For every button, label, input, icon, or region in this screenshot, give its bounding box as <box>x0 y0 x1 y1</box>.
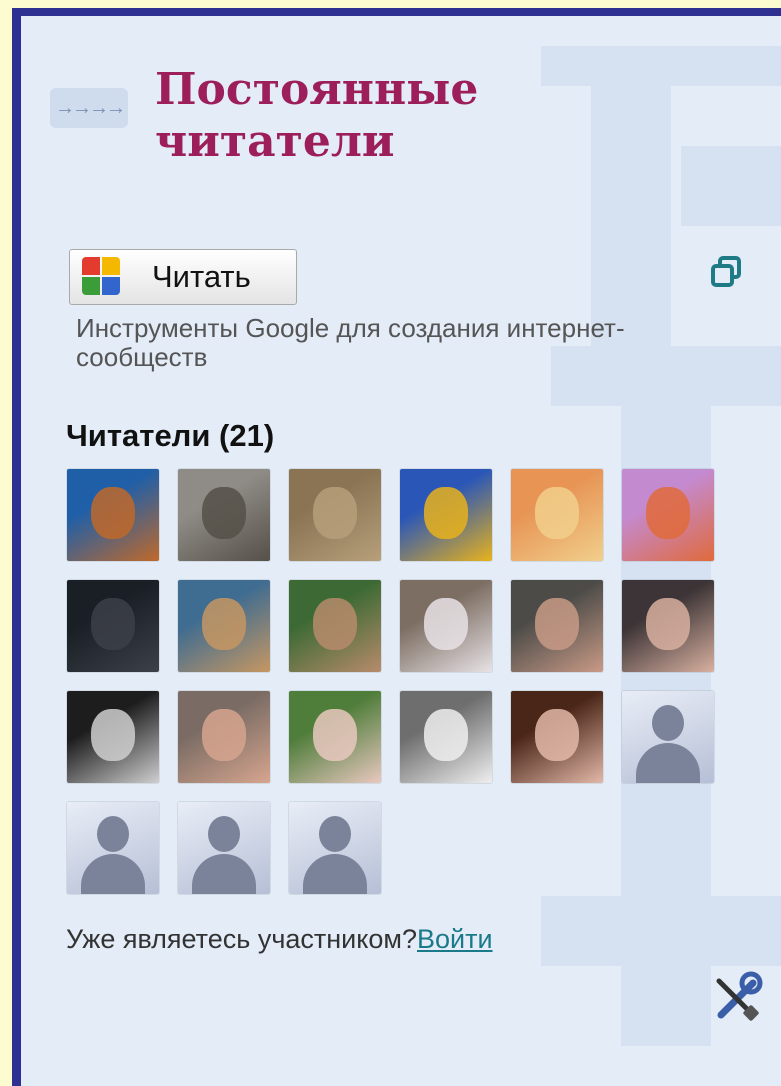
readers-count-label: Читатели (21) <box>66 418 275 453</box>
default-avatar-head <box>208 816 240 852</box>
default-avatar-head <box>652 705 684 741</box>
background-pattern <box>681 146 781 226</box>
reader-avatar-kitten-gray[interactable] <box>178 469 270 561</box>
widget-title: Постоянные читатели <box>155 64 478 168</box>
avatar-subject <box>535 598 579 650</box>
avatar-subject <box>202 709 246 761</box>
reader-avatar-default-1[interactable] <box>622 691 714 783</box>
reader-avatar-default-4[interactable] <box>289 802 381 894</box>
avatar-subject <box>91 487 135 539</box>
reader-avatar-dark-figure[interactable] <box>67 580 159 672</box>
signin-text: Уже являетесь участником? <box>66 924 417 954</box>
background-pattern <box>541 896 781 966</box>
avatar-subject <box>313 709 357 761</box>
reader-avatar-boy-glasses[interactable] <box>511 580 603 672</box>
title-line-2: читатели <box>155 116 395 167</box>
reader-avatar-dog[interactable] <box>67 469 159 561</box>
title-line-1: Постоянные <box>155 64 479 115</box>
copy-icon[interactable] <box>709 255 743 289</box>
readers-grid <box>67 469 714 894</box>
reader-avatar-pinocchio[interactable] <box>400 691 492 783</box>
avatar-subject <box>424 598 468 650</box>
reader-avatar-soldier[interactable] <box>67 691 159 783</box>
follow-button[interactable]: Читать <box>69 249 297 305</box>
reader-avatar-girl-flowers[interactable] <box>289 691 381 783</box>
avatar-subject <box>535 709 579 761</box>
google-tools-description: Инструменты Google для создания интернет… <box>76 313 625 372</box>
reader-avatar-boy-garden[interactable] <box>289 580 381 672</box>
reader-avatar-kitten-brown[interactable] <box>289 469 381 561</box>
default-avatar-body <box>192 854 256 894</box>
default-avatar-head <box>319 816 351 852</box>
avatar-subject <box>313 487 357 539</box>
reader-avatar-winx-fairy[interactable] <box>511 469 603 561</box>
avatar-subject <box>313 598 357 650</box>
default-avatar-body <box>303 854 367 894</box>
avatar-subject <box>424 487 468 539</box>
reader-avatar-woman-curly[interactable] <box>511 691 603 783</box>
reader-avatar-boy-smile[interactable] <box>622 580 714 672</box>
background-pattern <box>541 46 781 86</box>
reader-avatar-boy-sea[interactable] <box>178 580 270 672</box>
default-avatar-body <box>81 854 145 894</box>
signin-link[interactable]: Войти <box>417 924 493 954</box>
reader-avatar-winx-bloom[interactable] <box>622 469 714 561</box>
avatar-subject <box>91 709 135 761</box>
google-logo-icon <box>82 257 122 297</box>
reader-avatar-boy-portrait[interactable] <box>178 691 270 783</box>
reader-avatar-girl-white[interactable] <box>400 580 492 672</box>
avatar-subject <box>202 598 246 650</box>
follow-button-label: Читать <box>152 259 251 294</box>
avatar-subject <box>535 487 579 539</box>
reader-avatar-default-2[interactable] <box>67 802 159 894</box>
widget-heading: →→→→ Постоянные читатели <box>50 64 478 168</box>
avatar-subject <box>646 598 690 650</box>
tools-icon[interactable] <box>709 971 763 1025</box>
background-pattern <box>591 86 671 346</box>
default-avatar-head <box>97 816 129 852</box>
avatar-subject <box>202 487 246 539</box>
avatar-subject <box>424 709 468 761</box>
arrows-icon: →→→→ <box>50 88 128 128</box>
reader-avatar-default-3[interactable] <box>178 802 270 894</box>
avatar-subject <box>646 487 690 539</box>
signin-line: Уже являетесь участником?Войти <box>66 924 493 955</box>
default-avatar-body <box>636 743 700 783</box>
avatar-subject <box>91 598 135 650</box>
reader-avatar-anime-boy[interactable] <box>400 469 492 561</box>
